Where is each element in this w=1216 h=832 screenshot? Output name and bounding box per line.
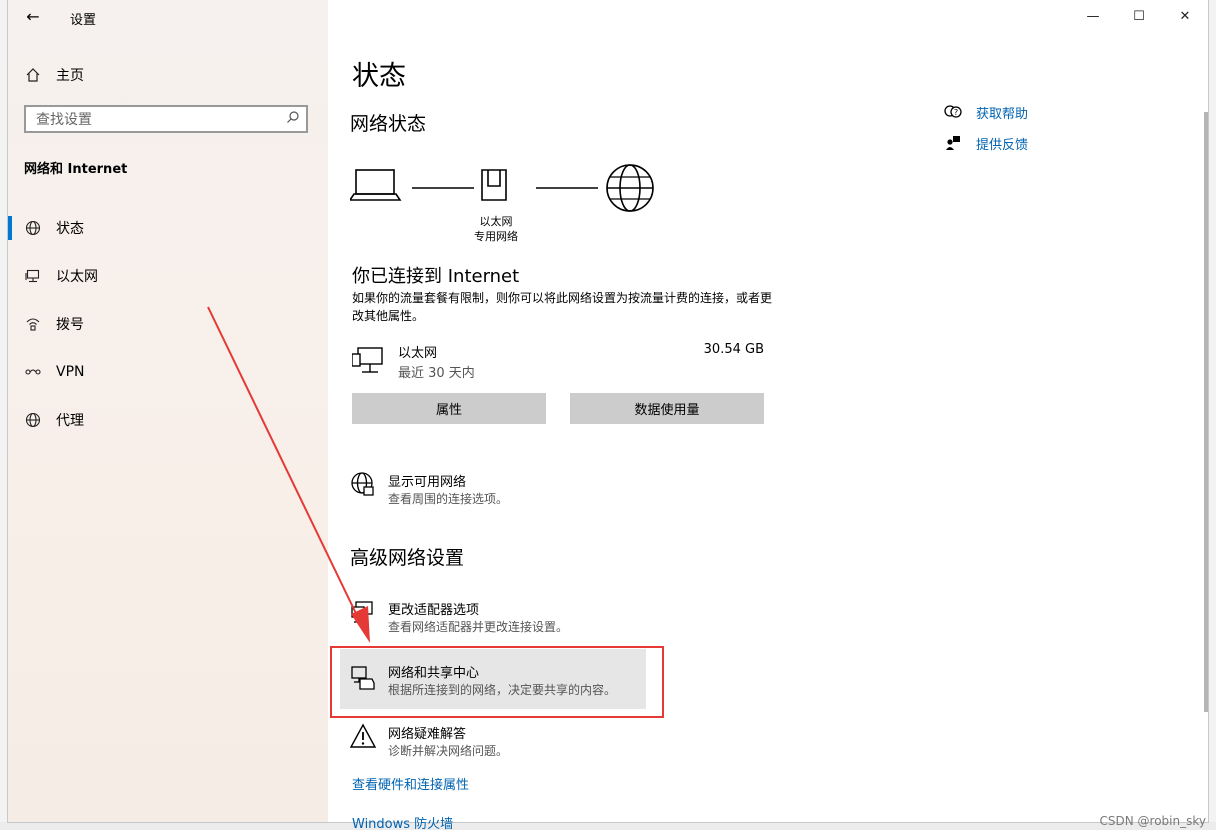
home-icon xyxy=(24,67,42,83)
troubleshooter-title: 网络疑难解答 xyxy=(388,727,467,742)
adapter-options-desc: 查看网络适配器并更改连接设置。 xyxy=(388,620,569,634)
sidebar-item-label: 状态 xyxy=(56,221,84,237)
network-troubleshooter[interactable]: 网络疑难解答 诊断并解决网络问题。 xyxy=(350,723,670,763)
change-adapter-options[interactable]: 更改适配器选项 查看网络适配器并更改连接设置。 xyxy=(350,599,670,639)
dialup-icon xyxy=(24,316,42,332)
globe-icon xyxy=(24,220,42,236)
sidebar-item-vpn[interactable]: VPN xyxy=(8,348,328,396)
scrollbar[interactable] xyxy=(1204,112,1208,712)
connected-title: 你已连接到 Internet xyxy=(352,266,520,287)
feedback-label: 提供反馈 xyxy=(976,137,1029,153)
sidebar-home-label: 主页 xyxy=(56,68,84,84)
sidebar-item-ethernet[interactable]: 以太网 xyxy=(8,252,328,300)
adapter-period: 最近 30 天内 xyxy=(398,366,475,381)
windows-firewall-link[interactable]: Windows 防火墙 xyxy=(352,813,453,832)
network-globe-icon xyxy=(351,472,374,496)
network-status-heading: 网络状态 xyxy=(350,113,427,135)
desktop-edge-right xyxy=(1208,0,1216,822)
minimize-button[interactable]: — xyxy=(1070,0,1116,32)
adapter-options-title: 更改适配器选项 xyxy=(388,603,480,618)
adapter-data-usage: 30.54 GB xyxy=(703,342,764,357)
app-title: 设置 xyxy=(70,13,97,28)
sidebar-item-label: 代理 xyxy=(56,413,84,429)
search-icon xyxy=(286,110,300,128)
close-button[interactable]: ✕ xyxy=(1162,0,1208,32)
help-chat-icon: ? xyxy=(942,104,964,120)
maximize-button[interactable]: ☐ xyxy=(1116,0,1162,32)
search-input[interactable]: 查找设置 xyxy=(24,105,308,133)
show-networks-title: 显示可用网络 xyxy=(388,475,467,490)
hardware-properties-link[interactable]: 查看硬件和连接属性 xyxy=(352,774,469,793)
desktop-edge-left xyxy=(0,0,8,822)
search-placeholder: 查找设置 xyxy=(36,112,92,128)
diagram-label: 以太网 专用网络 xyxy=(468,214,524,244)
sidebar-item-dialup[interactable]: 拨号 xyxy=(8,300,328,348)
data-usage-button[interactable]: 数据使用量 xyxy=(570,393,764,424)
network-diagram: 以太网 专用网络 xyxy=(348,160,660,250)
vpn-icon xyxy=(24,364,42,380)
internet-globe-icon xyxy=(606,164,654,212)
properties-button[interactable]: 属性 xyxy=(352,393,546,424)
diagram-label-ethernet: 以太网 xyxy=(479,215,513,228)
laptop-icon xyxy=(348,169,402,201)
sidebar-item-label: 以太网 xyxy=(56,269,98,285)
page-title: 状态 xyxy=(352,61,406,92)
ethernet-icon xyxy=(352,347,383,373)
show-networks-desc: 查看周围的连接选项。 xyxy=(388,492,509,506)
network-diagram-graphic xyxy=(348,164,654,212)
sidebar-home[interactable]: 主页 xyxy=(24,64,84,86)
sidebar-section-title: 网络和 Internet xyxy=(24,162,128,177)
sidebar-item-label: VPN xyxy=(56,364,85,380)
adapter-monitor-icon xyxy=(351,601,373,623)
watermark: CSDN @robin_sky xyxy=(1099,814,1206,828)
adapter-name: 以太网 xyxy=(398,346,438,361)
connected-description: 如果你的流量套餐有限制，则你可以将此网络设置为按流量计费的连接，或者更改其他属性… xyxy=(352,291,773,323)
globe-icon xyxy=(24,412,42,428)
get-help-label: 获取帮助 xyxy=(976,106,1029,122)
adapter-usage: 以太网 最近 30 天内 30.54 GB xyxy=(352,342,764,382)
window-controls: — ☐ ✕ xyxy=(1070,0,1208,32)
sidebar-item-status[interactable]: 状态 xyxy=(8,204,328,252)
get-help-link[interactable]: ? 获取帮助 xyxy=(942,100,1028,124)
back-button[interactable]: ← xyxy=(22,6,44,28)
feedback-person-icon xyxy=(942,135,964,151)
warning-icon xyxy=(350,723,376,748)
ethernet-icon xyxy=(24,268,42,284)
advanced-settings-heading: 高级网络设置 xyxy=(350,547,465,569)
svg-text:?: ? xyxy=(954,108,958,117)
sidebar-item-proxy[interactable]: 代理 xyxy=(8,396,328,444)
desktop-edge-bottom xyxy=(0,822,1216,830)
annotation-highlight-box xyxy=(330,646,664,718)
feedback-link[interactable]: 提供反馈 xyxy=(942,131,1028,155)
sidebar-item-label: 拨号 xyxy=(56,317,84,333)
sidebar-nav: 状态 以太网 拨号 VPN 代理 xyxy=(8,204,328,444)
show-available-networks[interactable]: 显示可用网络 查看周围的连接选项。 xyxy=(350,471,670,511)
sidebar: ← 设置 主页 查找设置 网络和 Internet 状态 以太网 拨号 VPN … xyxy=(8,0,328,822)
troubleshooter-desc: 诊断并解决网络问题。 xyxy=(388,744,509,758)
diagram-label-private: 专用网络 xyxy=(474,230,518,243)
ethernet-port-icon xyxy=(481,169,507,201)
